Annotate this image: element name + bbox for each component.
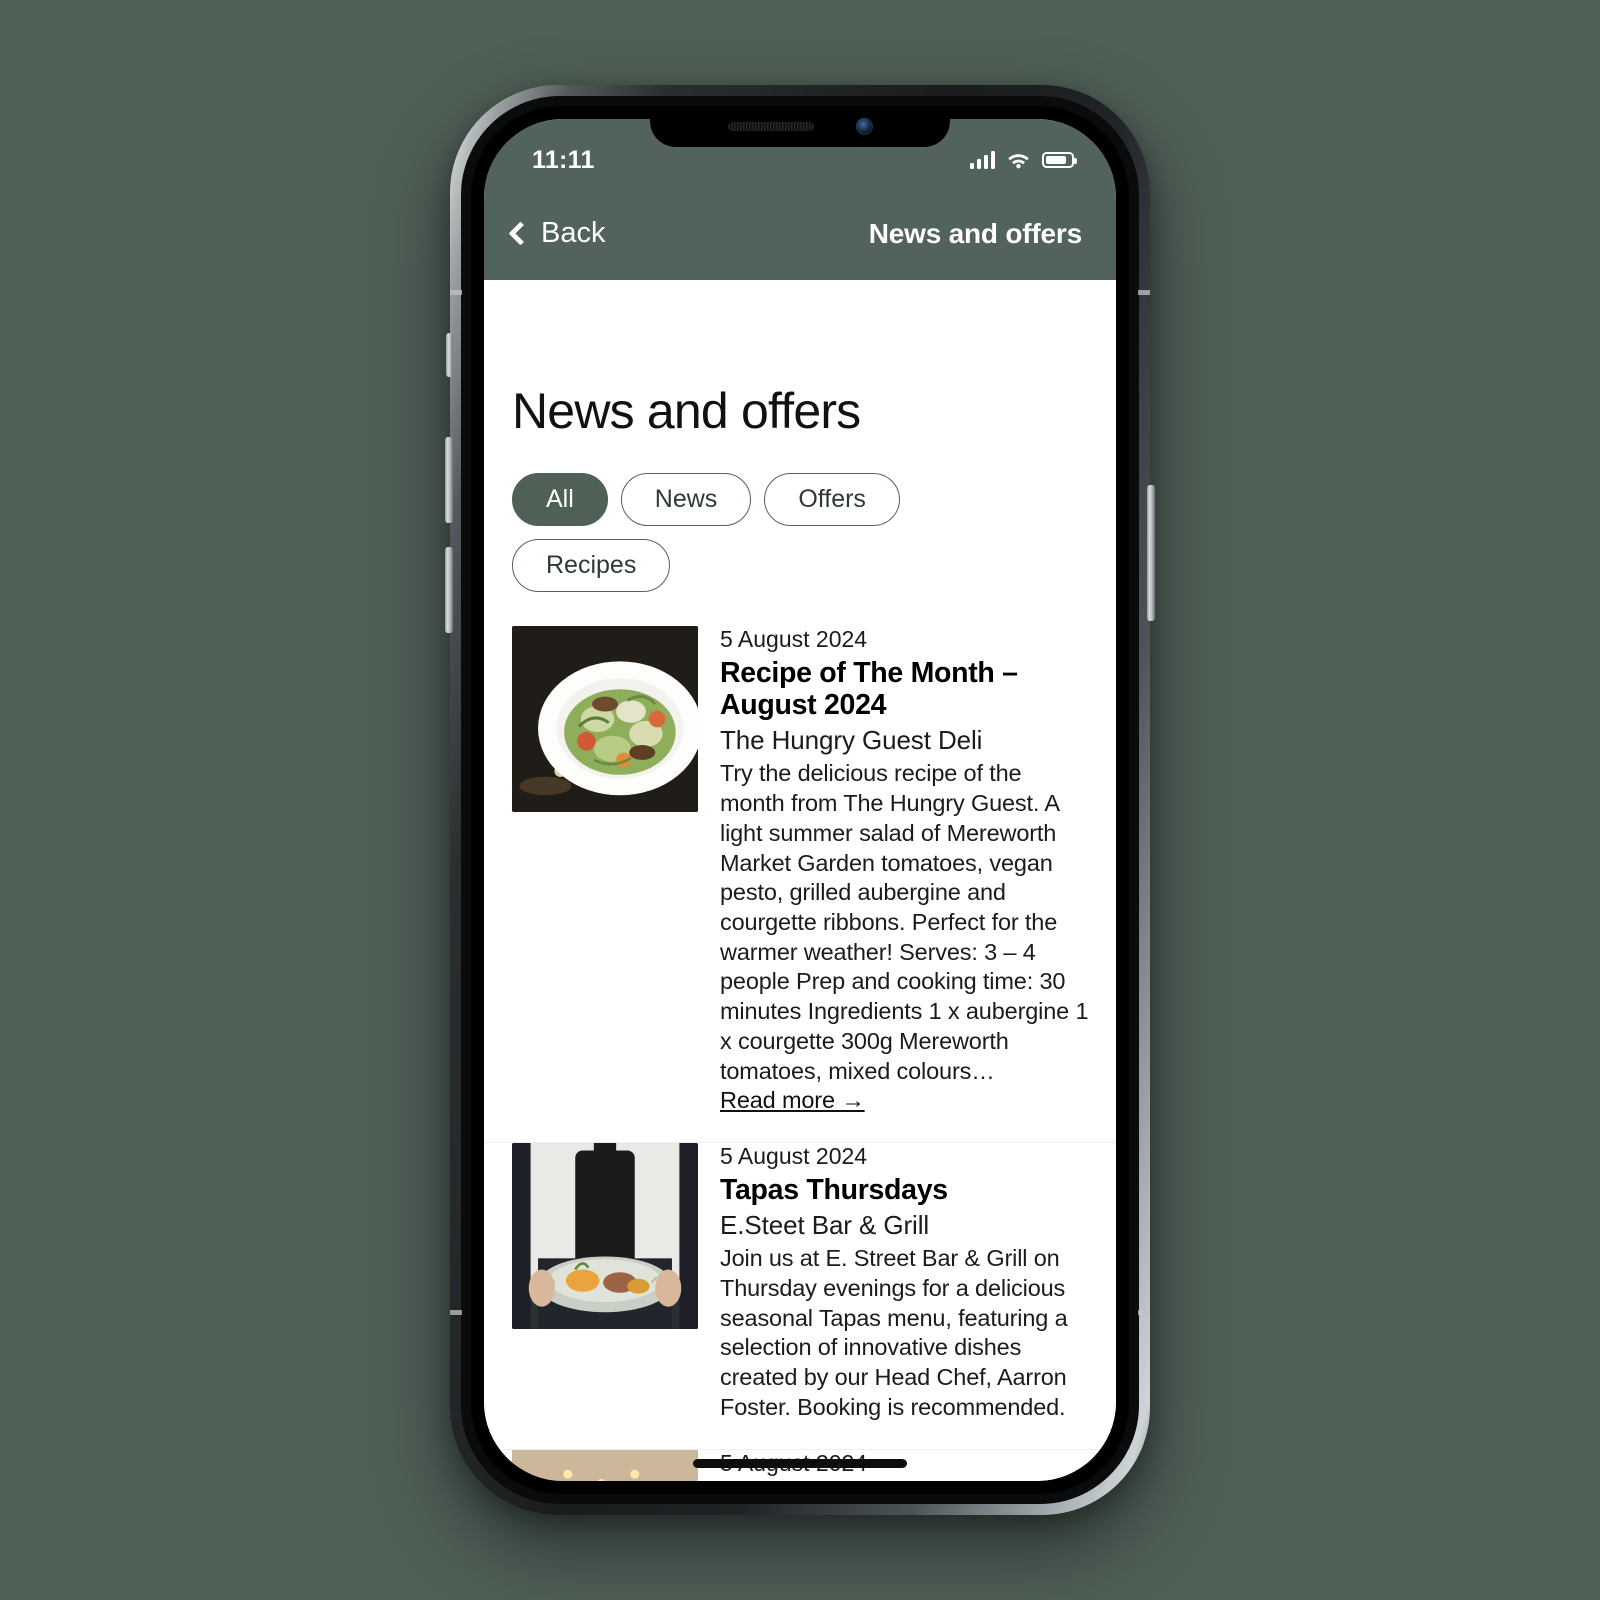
- filter-chip-recipes[interactable]: Recipes: [512, 539, 671, 592]
- article-subtitle: The Hungry Guest Deli: [720, 725, 983, 756]
- front-camera-icon: [855, 117, 873, 135]
- notch: [650, 106, 950, 147]
- status-bar-icons: [969, 151, 1077, 169]
- navigation-bar: Back News and offers: [484, 187, 1116, 280]
- article-thumbnail-salad[interactable]: [512, 626, 698, 812]
- antenna-line: [450, 1310, 462, 1315]
- list-item[interactable]: 5 August 2024 Recipe of The Month – Augu…: [484, 626, 1116, 1144]
- article-list: 5 August 2024 Recipe of The Month – Augu…: [484, 626, 1116, 1481]
- antenna-line: [1138, 1310, 1150, 1315]
- phone-screen: 11:11 Back News and offers News and offe…: [484, 119, 1116, 1481]
- article-text-block: 5 August 2024 Recipe of The Month – Augu…: [720, 626, 1090, 1142]
- filter-chip-offers[interactable]: Offers: [764, 473, 900, 526]
- article-title: Tapas Thursdays: [720, 1174, 948, 1207]
- article-title: Recipe of The Month – August 2024: [720, 657, 1018, 722]
- phone-bezel: 11:11 Back News and offers News and offe…: [471, 106, 1129, 1494]
- article-subtitle: E.Steet Bar & Grill: [720, 1210, 930, 1241]
- battery-icon: [1042, 152, 1077, 168]
- phone-device: 11:11 Back News and offers News and offe…: [445, 85, 1155, 1515]
- navigation-title: News and offers: [868, 217, 1082, 249]
- article-excerpt: Try the delicious recipe of the month fr…: [720, 759, 1090, 1116]
- article-text-block: 5 August 2024 Tapas Thursdays E.Steet Ba…: [720, 1143, 1090, 1449]
- article-date: 5 August 2024: [720, 1143, 868, 1170]
- volume-up-button[interactable]: [445, 437, 453, 523]
- page-content: News and offers All News Offers Recipes: [484, 280, 1116, 1481]
- page-title: News and offers: [512, 383, 861, 439]
- mute-switch-button[interactable]: [446, 333, 453, 377]
- power-button[interactable]: [1147, 485, 1155, 621]
- article-excerpt-text: Try the delicious recipe of the month fr…: [720, 760, 1089, 1084]
- earpiece-speaker-icon: [727, 121, 814, 131]
- wifi-icon: [1008, 154, 1029, 169]
- article-date: 5 August 2024: [720, 626, 868, 652]
- filter-chip-news[interactable]: News: [620, 473, 752, 526]
- antenna-line: [450, 290, 462, 295]
- status-bar-time: 11:11: [532, 145, 595, 174]
- article-thumbnail-chef[interactable]: [512, 1143, 698, 1330]
- signal-bars-icon: [969, 151, 995, 169]
- volume-down-button[interactable]: [445, 547, 453, 633]
- chevron-left-icon: [508, 221, 533, 246]
- antenna-line: [1138, 290, 1150, 295]
- article-excerpt: Join us at E. Street Bar & Grill on Thur…: [720, 1245, 1068, 1420]
- filter-chip-all[interactable]: All: [512, 473, 608, 526]
- read-more-link[interactable]: Read more →: [720, 1087, 865, 1113]
- back-button[interactable]: Back: [506, 217, 605, 250]
- article-thumbnail-burger[interactable]: [512, 1449, 698, 1481]
- list-item[interactable]: 5 August 2024 Tapas Thursdays E.Steet Ba…: [484, 1143, 1116, 1450]
- home-indicator[interactable]: [693, 1459, 907, 1468]
- filter-chip-group: All News Offers Recipes: [484, 440, 954, 592]
- back-button-label: Back: [541, 217, 606, 249]
